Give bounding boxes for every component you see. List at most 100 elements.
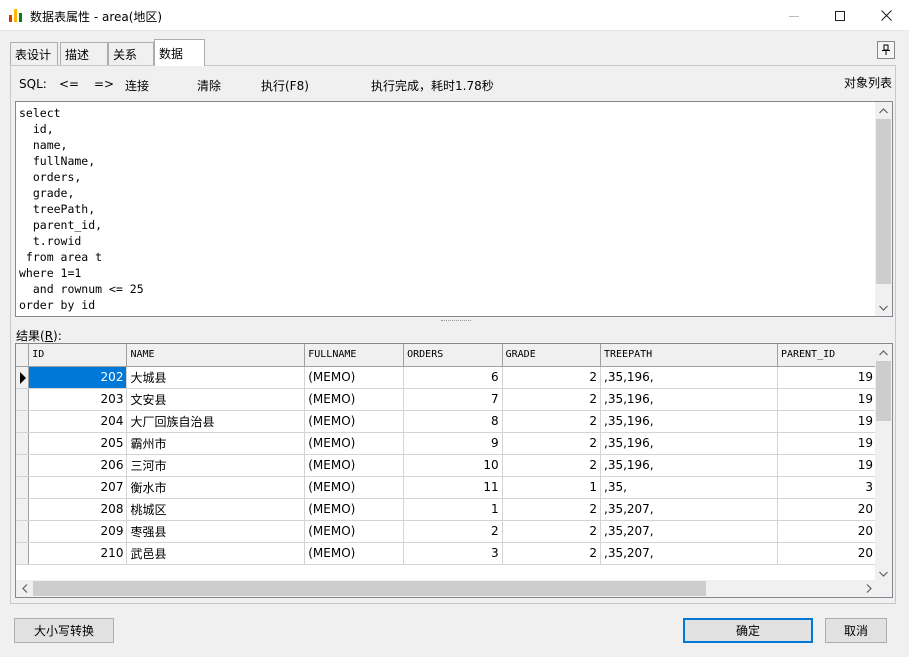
row-indicator[interactable] bbox=[16, 520, 30, 543]
row-indicator[interactable] bbox=[16, 388, 30, 411]
cell-parent-id[interactable]: 19 bbox=[777, 432, 877, 455]
scroll-up-arrow[interactable] bbox=[875, 102, 892, 119]
cell-grade[interactable]: 2 bbox=[502, 388, 602, 411]
cell-name[interactable]: 桃城区 bbox=[126, 498, 306, 521]
cell-fullname[interactable]: (MEMO) bbox=[304, 520, 405, 543]
cell-id[interactable]: 210 bbox=[28, 542, 128, 565]
scroll-left-arrow[interactable] bbox=[16, 580, 33, 597]
cell-name[interactable]: 三河市 bbox=[126, 454, 306, 477]
column-header-treepath[interactable]: TREEPATH bbox=[600, 344, 778, 367]
editor-vertical-scrollbar[interactable] bbox=[875, 102, 892, 316]
cell-fullname[interactable]: (MEMO) bbox=[304, 410, 405, 433]
cell-name[interactable]: 大城县 bbox=[126, 366, 306, 389]
cell-grade[interactable]: 2 bbox=[502, 454, 602, 477]
cell-parent-id[interactable]: 20 bbox=[777, 520, 877, 543]
tab-description[interactable]: 描述 bbox=[60, 42, 108, 65]
panel-splitter[interactable] bbox=[441, 320, 471, 323]
execute-button[interactable]: 执行(F8) bbox=[261, 77, 309, 94]
cell-orders[interactable]: 1 bbox=[403, 498, 503, 521]
pin-button[interactable] bbox=[877, 41, 895, 59]
cell-treepath[interactable]: ,35,207, bbox=[600, 542, 778, 565]
grid-hscroll-thumb[interactable] bbox=[33, 581, 706, 596]
cell-treepath[interactable]: ,35,196, bbox=[600, 432, 778, 455]
sql-editor[interactable]: select id, name, fullName, orders, grade… bbox=[15, 101, 893, 317]
tab-table-design[interactable]: 表设计 bbox=[10, 42, 58, 65]
row-indicator[interactable] bbox=[16, 410, 30, 433]
cell-treepath[interactable]: ,35,196, bbox=[600, 410, 778, 433]
cell-grade[interactable]: 2 bbox=[502, 432, 602, 455]
table-row[interactable]: 204 大厂回族自治县 (MEMO) 8 2 ,35,196, 19 bbox=[16, 410, 877, 433]
column-header-id[interactable]: ID bbox=[28, 344, 128, 367]
cell-orders[interactable]: 7 bbox=[403, 388, 503, 411]
cell-orders[interactable]: 6 bbox=[403, 366, 503, 389]
cancel-button[interactable]: 取消 bbox=[825, 618, 887, 643]
close-button[interactable] bbox=[863, 0, 909, 31]
table-row[interactable]: 209 枣强县 (MEMO) 2 2 ,35,207, 20 bbox=[16, 520, 877, 543]
grid-vertical-scrollbar[interactable] bbox=[875, 344, 892, 582]
table-row[interactable]: 208 桃城区 (MEMO) 1 2 ,35,207, 20 bbox=[16, 498, 877, 521]
cell-id[interactable]: 207 bbox=[28, 476, 128, 499]
cell-parent-id[interactable]: 19 bbox=[777, 366, 877, 389]
results-grid[interactable]: ID NAME FULLNAME ORDERS GRADE TREEPATH P… bbox=[15, 343, 893, 598]
table-row[interactable]: 202 大城县 (MEMO) 6 2 ,35,196, 19 bbox=[16, 366, 877, 389]
forward-button[interactable]: => bbox=[94, 77, 114, 91]
cell-orders[interactable]: 2 bbox=[403, 520, 503, 543]
editor-scroll-thumb[interactable] bbox=[876, 119, 891, 284]
cell-orders[interactable]: 9 bbox=[403, 432, 503, 455]
cell-parent-id[interactable]: 19 bbox=[777, 454, 877, 477]
cell-treepath[interactable]: ,35,196, bbox=[600, 454, 778, 477]
cell-id[interactable]: 205 bbox=[28, 432, 128, 455]
cell-id[interactable]: 209 bbox=[28, 520, 128, 543]
ok-button[interactable]: 确定 bbox=[683, 618, 813, 643]
column-header-parent-id[interactable]: PARENT_ID bbox=[777, 344, 877, 367]
cell-grade[interactable]: 2 bbox=[502, 366, 602, 389]
cell-parent-id[interactable]: 20 bbox=[777, 498, 877, 521]
row-indicator[interactable] bbox=[16, 542, 30, 565]
table-row[interactable]: 205 霸州市 (MEMO) 9 2 ,35,196, 19 bbox=[16, 432, 877, 455]
column-header-name[interactable]: NAME bbox=[126, 344, 306, 367]
cell-parent-id[interactable]: 3 bbox=[777, 476, 877, 499]
column-header-fullname[interactable]: FULLNAME bbox=[304, 344, 405, 367]
cell-parent-id[interactable]: 19 bbox=[777, 388, 877, 411]
grid-scroll-up-arrow[interactable] bbox=[875, 344, 892, 361]
table-row[interactable]: 210 武邑县 (MEMO) 3 2 ,35,207, 20 bbox=[16, 542, 877, 565]
cell-treepath[interactable]: ,35,207, bbox=[600, 498, 778, 521]
tab-relations[interactable]: 关系 bbox=[108, 42, 154, 65]
row-indicator[interactable] bbox=[16, 432, 30, 455]
row-indicator[interactable] bbox=[16, 476, 30, 499]
cell-name[interactable]: 衡水市 bbox=[126, 476, 306, 499]
cell-fullname[interactable]: (MEMO) bbox=[304, 454, 405, 477]
row-indicator[interactable] bbox=[16, 454, 30, 477]
cell-orders[interactable]: 8 bbox=[403, 410, 503, 433]
minimize-button[interactable] bbox=[771, 0, 817, 31]
sql-text[interactable]: select id, name, fullName, orders, grade… bbox=[19, 105, 144, 313]
cell-treepath[interactable]: ,35,196, bbox=[600, 366, 778, 389]
grid-vscroll-thumb[interactable] bbox=[876, 361, 891, 421]
cell-fullname[interactable]: (MEMO) bbox=[304, 432, 405, 455]
cell-orders[interactable]: 3 bbox=[403, 542, 503, 565]
cell-name[interactable]: 枣强县 bbox=[126, 520, 306, 543]
cell-treepath[interactable]: ,35,196, bbox=[600, 388, 778, 411]
connect-button[interactable]: 连接 bbox=[125, 77, 149, 94]
cell-orders[interactable]: 11 bbox=[403, 476, 503, 499]
cell-id[interactable]: 208 bbox=[28, 498, 128, 521]
cell-treepath[interactable]: ,35,207, bbox=[600, 520, 778, 543]
cell-grade[interactable]: 1 bbox=[502, 476, 602, 499]
cell-fullname[interactable]: (MEMO) bbox=[304, 542, 405, 565]
cell-fullname[interactable]: (MEMO) bbox=[304, 498, 405, 521]
row-indicator[interactable] bbox=[16, 366, 30, 389]
cell-parent-id[interactable]: 19 bbox=[777, 410, 877, 433]
cell-name[interactable]: 大厂回族自治县 bbox=[126, 410, 306, 433]
grid-horizontal-scrollbar[interactable] bbox=[16, 580, 877, 597]
cell-grade[interactable]: 2 bbox=[502, 498, 602, 521]
table-row[interactable]: 203 文安县 (MEMO) 7 2 ,35,196, 19 bbox=[16, 388, 877, 411]
column-header-orders[interactable]: ORDERS bbox=[403, 344, 503, 367]
tab-data[interactable]: 数据 bbox=[154, 39, 205, 66]
clear-button[interactable]: 清除 bbox=[197, 77, 221, 94]
column-header-grade[interactable]: GRADE bbox=[502, 344, 602, 367]
cell-name[interactable]: 武邑县 bbox=[126, 542, 306, 565]
maximize-button[interactable] bbox=[817, 0, 863, 31]
cell-name[interactable]: 文安县 bbox=[126, 388, 306, 411]
cell-id[interactable]: 204 bbox=[28, 410, 128, 433]
cell-fullname[interactable]: (MEMO) bbox=[304, 366, 405, 389]
